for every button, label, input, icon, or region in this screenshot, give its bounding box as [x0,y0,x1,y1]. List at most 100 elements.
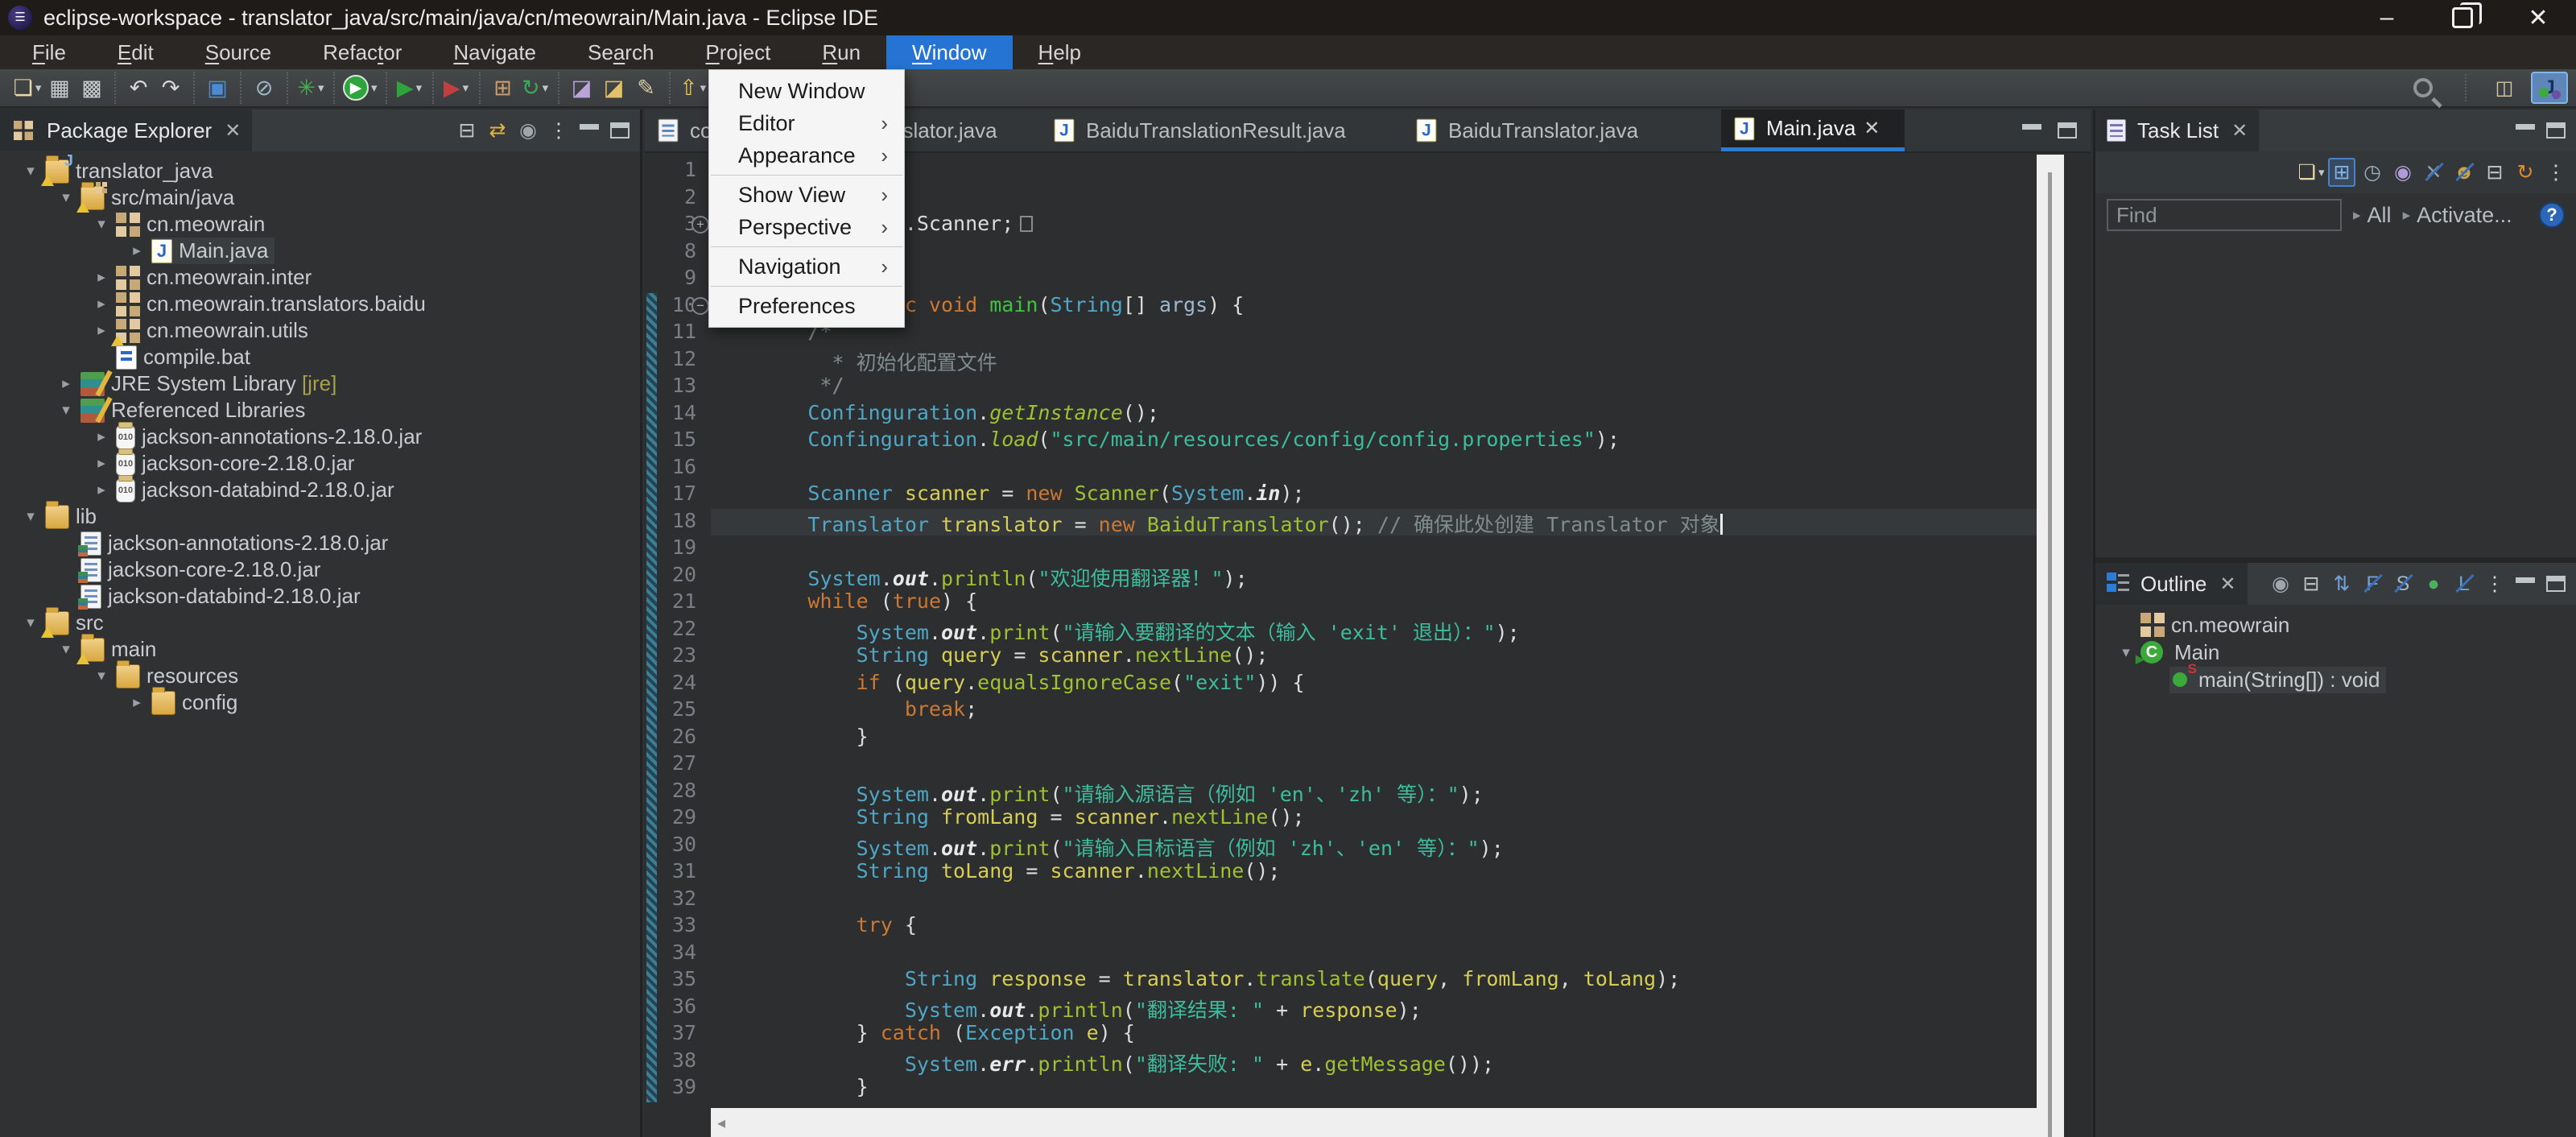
redo-button[interactable]: ↷ [156,73,185,102]
filter-person-button[interactable]: ☻ [2450,158,2478,187]
help-button[interactable]: ? [2539,202,2565,228]
outline-item-cn-meowrain[interactable]: cn.meowrain [2095,611,2576,639]
next-annotation-button[interactable]: ⇧▾ [679,73,708,102]
tree-item-cn-meowrain-utils[interactable]: ▸cn.meowrain.utils [0,317,640,344]
tab-outline[interactable]: Outline ✕ [2095,563,2248,605]
run-button[interactable]: ▶▾ [343,73,378,102]
new-task-button[interactable]: ❏▾ [2297,158,2325,187]
sort-button[interactable]: ⇅ [2328,569,2355,598]
scope-all[interactable]: ▸All [2353,203,2392,228]
collapse-all-button[interactable]: ⊟ [2297,569,2325,598]
window-menu-show-view[interactable]: Show View› [709,179,904,211]
maximize-view-button[interactable] [2542,569,2570,598]
tree-item-referenced-libraries[interactable]: ▾Referenced Libraries [0,397,640,424]
menu-help[interactable]: Help [1013,35,1107,69]
skip-breakpoints-button[interactable]: ⊘ [250,73,279,102]
window-menu-preferences[interactable]: Preferences [709,290,904,322]
horizontal-scrollbar[interactable]: ◂ [711,1108,2037,1137]
tree-item-cn-meowrain-inter[interactable]: ▸cn.meowrain.inter [0,264,640,291]
tree-item-compile-bat[interactable]: compile.bat [0,344,640,370]
new-java-project-button[interactable]: ⊞ [489,73,518,102]
filters-button[interactable]: ◉ [514,116,542,145]
hide-completed-button[interactable]: ✕ [2420,158,2447,187]
editor-tab-main-java[interactable]: JMain.java✕ [1721,110,1905,151]
focus-button[interactable]: ◉ [2267,569,2294,598]
maximize-view-button[interactable] [606,116,634,145]
tree-item-jackson-annotations-2-18-0-jar[interactable]: ▸jackson-annotations-2.18.0.jar [0,424,640,450]
minimize-view-button[interactable] [2512,116,2539,145]
hide-fields-button[interactable]: F [2359,569,2386,598]
scope-activate[interactable]: ▸Activate... [2403,203,2512,228]
editor-tab-baidutranslator-java[interactable]: JBaiduTranslator.java [1403,110,1721,151]
vertical-scrollbar[interactable] [2037,155,2064,1137]
undo-button[interactable]: ↶ [124,73,153,102]
expander-icon[interactable]: ▸ [122,242,151,260]
new-wizard-button[interactable]: ❏▾ [13,73,42,102]
expander-icon[interactable]: ▸ [87,428,116,446]
expander-icon[interactable]: ▸ [87,295,116,313]
maximize-view-button[interactable] [2542,116,2570,145]
open-perspective-button[interactable]: ◫ [2486,72,2523,104]
open-type-button[interactable]: ◪ [568,73,597,102]
collapse-all-button[interactable]: ⊟ [453,116,481,145]
focus-on-workweek-button[interactable]: ◉ [2389,158,2417,187]
expander-icon[interactable]: ▾ [87,215,116,234]
window-menu-appearance[interactable]: Appearance› [709,139,904,172]
save-button[interactable]: ▦ [45,73,74,102]
vertical-scrollbar-thumb[interactable] [2048,172,2052,1137]
window-menu-editor[interactable]: Editor› [709,107,904,139]
window-menu-perspective[interactable]: Perspective› [709,211,904,243]
save-all-button[interactable]: ▩ [77,73,106,102]
expander-icon[interactable]: ▸ [52,374,80,393]
open-console-button[interactable]: ▣ [203,73,232,102]
outline-item-main-string-void[interactable]: main(String[]) : void [2095,666,2576,693]
link-with-editor-button[interactable]: ⇄ [484,116,511,145]
synchronize-button[interactable]: ↻ [2512,158,2539,187]
tree-item-translator-java[interactable]: ▾Jtranslator_java [0,158,640,184]
close-icon[interactable]: ✕ [1864,117,1880,140]
open-resource-button[interactable]: ◪ [600,73,629,102]
fold-collapse-icon[interactable]: − [691,297,709,315]
tree-item-config[interactable]: ▸config [0,689,640,716]
minimize-view-button[interactable] [576,116,603,145]
external-tools-button[interactable]: ✳▾ [296,73,325,102]
menu-file[interactable]: File [6,35,92,69]
tree-item-resources[interactable]: ▾resources [0,663,640,689]
minimize-view-button[interactable] [2018,116,2046,145]
expander-icon[interactable]: ▸ [87,481,116,499]
menu-run[interactable]: Run [796,35,886,69]
java-perspective-button[interactable]: J [2531,72,2568,104]
menu-window[interactable]: Window [886,35,1012,69]
collapse-all-button[interactable]: ⊟ [2481,158,2508,187]
tree-item-jackson-core-2-18-0-jar[interactable]: ▸jackson-core-2.18.0.jar [0,450,640,477]
view-menu-button[interactable]: ⋮ [2542,158,2570,187]
maximize-view-button[interactable] [2054,116,2081,145]
expander-icon[interactable]: ▸ [87,268,116,287]
close-icon[interactable]: ✕ [2231,119,2248,143]
window-menu-new-window[interactable]: New Window [709,75,904,107]
tab-package-explorer[interactable]: Package Explorer ✕ [0,110,252,151]
tree-item-src-main-java[interactable]: ▾src/main/java [0,184,640,211]
menu-source[interactable]: Source [180,35,297,69]
menu-refactor[interactable]: Refactor [297,35,427,69]
tree-item-jre-system-library[interactable]: ▸JRE System Library [jre] [0,370,640,397]
expander-icon[interactable]: ▾ [16,507,45,526]
tree-item-main[interactable]: ▾main [0,636,640,663]
annotate-button[interactable]: ✎ [632,73,661,102]
close-icon[interactable]: ✕ [225,119,241,143]
tree-item-cn-meowrain[interactable]: ▾cn.meowrain [0,211,640,238]
tree-item-jackson-databind-2-18-0-jar[interactable]: ▸jackson-databind-2.18.0.jar [0,477,640,503]
panel-sash[interactable] [2095,557,2576,563]
fold-expand-icon[interactable]: + [691,216,709,234]
menu-search[interactable]: Search [562,35,679,69]
tab-task-list[interactable]: Task List ✕ [2095,110,2259,151]
menu-edit[interactable]: Edit [92,35,180,69]
search-icon[interactable] [2413,78,2433,97]
minimize-window-button[interactable]: – [2349,0,2425,35]
profile-button[interactable]: ▶▾ [442,73,471,102]
minimize-view-button[interactable] [2512,569,2539,598]
menu-navigate[interactable]: Navigate [427,35,562,69]
outline-item-main[interactable]: ▾CMain [2095,639,2576,666]
coverage-button[interactable]: ▶▾ [395,73,424,102]
expander-icon[interactable]: ▸ [122,693,151,712]
